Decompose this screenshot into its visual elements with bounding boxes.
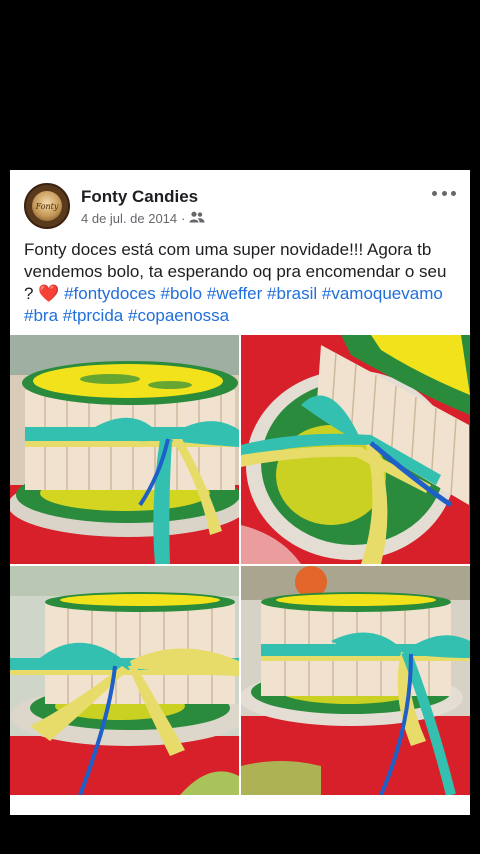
post-card: Fonty Fonty Candies 4 de jul. de 2014 · … <box>10 170 470 795</box>
heart-emoji: ❤️ <box>38 284 60 303</box>
post-date[interactable]: 4 de jul. de 2014 <box>81 211 177 226</box>
avatar-logo-text: Fonty <box>35 201 59 211</box>
cake-photo-2[interactable] <box>241 335 470 564</box>
hashtag-link[interactable]: #copaenossa <box>128 306 229 325</box>
hashtag-link[interactable]: #bolo <box>161 284 203 303</box>
cake-photo-4[interactable] <box>241 566 470 795</box>
post-actions-bar <box>10 795 470 815</box>
post-header: Fonty Fonty Candies 4 de jul. de 2014 · <box>10 170 470 230</box>
avatar[interactable]: Fonty <box>24 183 70 229</box>
cake-photo-1[interactable] <box>10 335 239 564</box>
hashtag-link[interactable]: #vamoquevamo <box>322 284 443 303</box>
hashtag-link[interactable]: #fontydoces <box>64 284 156 303</box>
page-name[interactable]: Fonty Candies <box>81 187 198 207</box>
post-meta: 4 de jul. de 2014 · <box>81 211 205 226</box>
more-options-icon[interactable] <box>432 186 456 200</box>
logo-icon: Fonty <box>32 191 62 221</box>
cake-photo-3[interactable] <box>10 566 239 795</box>
hashtag-link[interactable]: #tprcida <box>63 306 123 325</box>
hashtag-link[interactable]: #weffer <box>207 284 262 303</box>
hashtag-link[interactable]: #bra <box>24 306 58 325</box>
photo-grid <box>10 335 470 795</box>
hashtag-link[interactable]: #brasil <box>267 284 317 303</box>
post-text: Fonty doces está com uma super novidade!… <box>24 239 460 327</box>
friends-icon <box>189 211 205 226</box>
meta-separator: · <box>181 211 186 226</box>
